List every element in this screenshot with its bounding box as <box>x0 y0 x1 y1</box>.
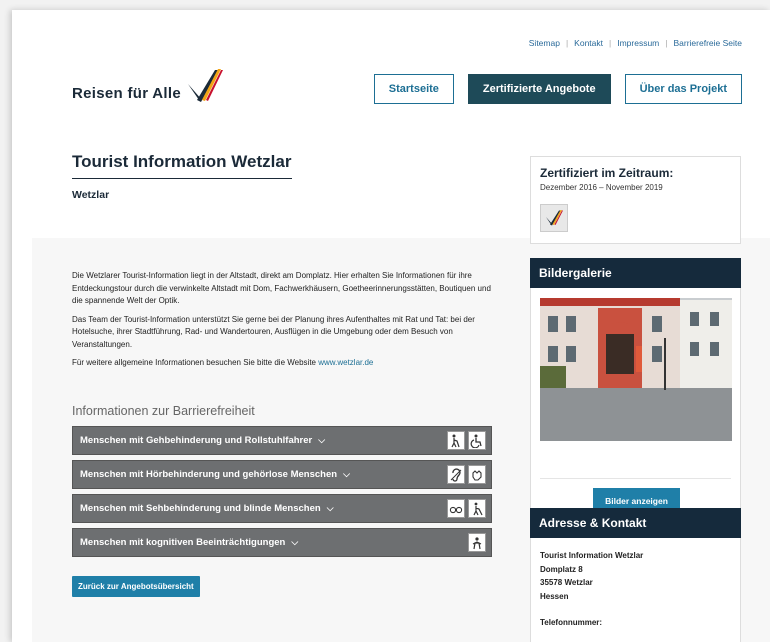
gallery-photo[interactable] <box>540 298 732 441</box>
accordion-cognitive[interactable]: Menschen mit kognitiven Beeinträchtigung… <box>72 528 492 557</box>
contact-title: Adresse & Kontakt <box>530 508 741 538</box>
website-link[interactable]: www.wetzlar.de <box>318 358 373 367</box>
walking-aid-icon <box>447 431 465 450</box>
wheelchair-icon <box>468 431 486 450</box>
page-subtitle: Wetzlar <box>72 189 110 201</box>
page-title: Tourist Information Wetzlar <box>72 152 292 179</box>
sign-language-icon <box>468 465 486 484</box>
description: Die Wetzlarer Tourist-Information liegt … <box>72 270 502 376</box>
main-navigation: Startseite Zertifizierte Angebote Über d… <box>373 74 742 104</box>
ueber-das-projekt-button[interactable]: Über das Projekt <box>624 74 742 104</box>
contact-box: Adresse & Kontakt Tourist Information We… <box>530 508 741 642</box>
chevron-down-icon: ⌵ <box>318 435 326 445</box>
accordion-vision[interactable]: Menschen mit Sehbehinderung und blinde M… <box>72 494 492 523</box>
zertifizierte-angebote-button[interactable]: Zertifizierte Angebote <box>467 74 611 104</box>
accordion-hearing[interactable]: Menschen mit Hörbehinderung und gehörlos… <box>72 460 492 489</box>
checkmark-logo-icon <box>187 69 223 102</box>
contact-state: Hessen <box>540 591 569 601</box>
logo-text: Reisen für Alle <box>72 85 181 102</box>
glasses-icon <box>447 499 465 518</box>
white-cane-icon <box>468 499 486 518</box>
back-to-overview-button[interactable]: Zurück zur Angebotsübersicht <box>72 576 200 597</box>
cognitive-icon <box>468 533 486 552</box>
gallery-title: Bildergalerie <box>530 258 741 288</box>
chevron-down-icon: ⌵ <box>326 503 334 513</box>
contact-street: Domplatz 8 <box>540 564 583 574</box>
title-block: Tourist Information Wetzlar Wetzlar <box>72 152 292 201</box>
top-navigation: Sitemap | Kontakt | Impressum | Barriere… <box>528 38 742 48</box>
description-paragraph-1: Die Wetzlarer Tourist-Information liegt … <box>72 271 491 305</box>
contact-name: Tourist Information Wetzlar <box>540 551 644 560</box>
description-paragraph-2: Das Team der Tourist-Information unterst… <box>72 314 475 349</box>
chevron-down-icon: ⌵ <box>291 537 299 547</box>
hearing-icon <box>447 465 465 484</box>
site-logo[interactable]: Reisen für Alle <box>72 66 225 106</box>
impressum-link[interactable]: Impressum <box>617 38 659 48</box>
accessibility-heading: Informationen zur Barrierefreiheit <box>72 404 255 418</box>
certification-title: Zertifiziert im Zeitraum: <box>540 166 674 180</box>
accordion-mobility[interactable]: Menschen mit Gehbehinderung und Rollstuh… <box>72 426 492 455</box>
description-paragraph-3: Für weitere allgemeine Informationen bes… <box>72 358 374 367</box>
chevron-down-icon: ⌵ <box>343 469 350 479</box>
sitemap-link[interactable]: Sitemap <box>529 38 560 48</box>
gallery-box: Bildergalerie Bilder anzeigen <box>530 258 741 524</box>
certification-badge-icon[interactable] <box>540 204 568 232</box>
certification-box: Zertifiziert im Zeitraum: Dezember 2016 … <box>530 156 741 244</box>
contact-city: 35578 Wetzlar <box>540 578 593 587</box>
contact-phone-label: Telefonnummer: <box>540 618 603 627</box>
page: Sitemap | Kontakt | Impressum | Barriere… <box>12 10 770 642</box>
certification-range: Dezember 2016 – November 2019 <box>540 183 663 192</box>
barrierefreie-seite-link[interactable]: Barrierefreie Seite <box>673 38 742 48</box>
kontakt-link[interactable]: Kontakt <box>574 38 603 48</box>
startseite-button[interactable]: Startseite <box>373 74 454 104</box>
